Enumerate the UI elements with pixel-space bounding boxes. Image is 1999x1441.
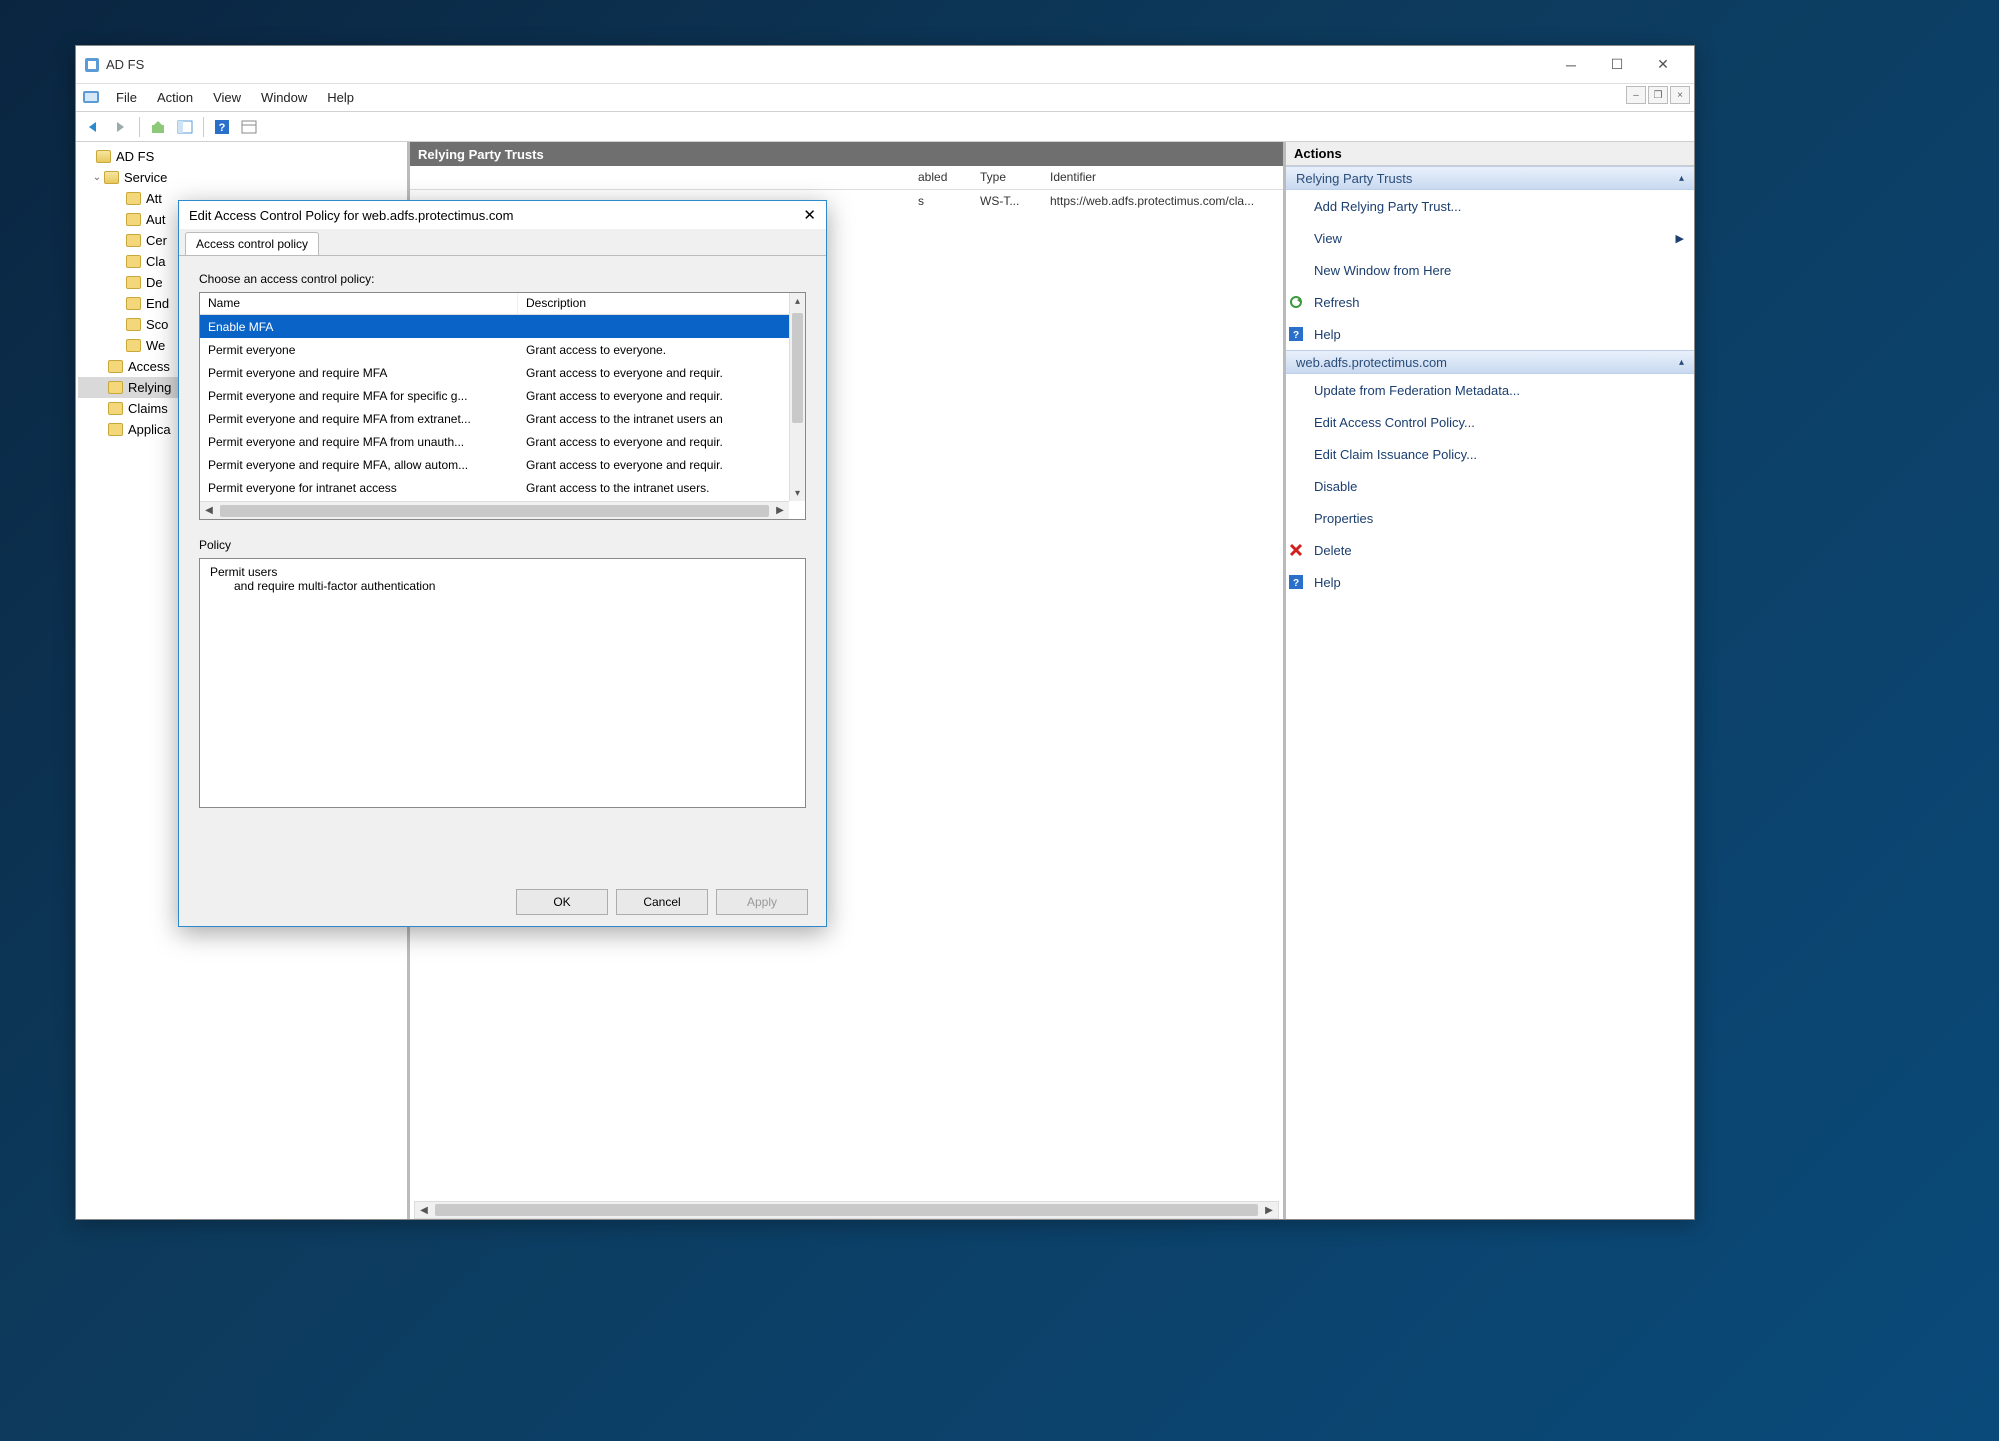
collapse-icon: ▴ <box>1679 357 1684 368</box>
action-edit-acp[interactable]: Edit Access Control Policy... <box>1286 406 1694 438</box>
hscroll-left[interactable]: ◀ <box>415 1202 433 1218</box>
actions-group-site[interactable]: web.adfs.protectimus.com▴ <box>1286 350 1694 374</box>
tree-root-label: AD FS <box>116 149 154 164</box>
apply-button[interactable]: Apply <box>716 889 808 915</box>
policy-hscroll[interactable]: ◀ ▶ <box>200 501 789 519</box>
tree-applica-label: Applica <box>128 422 171 437</box>
policy-row[interactable]: Permit everyone and require MFAGrant acc… <box>200 361 789 384</box>
policy-row[interactable]: Permit everyone and require MFA for spec… <box>200 384 789 407</box>
action-delete[interactable]: Delete <box>1286 534 1694 566</box>
properties-toolbar[interactable] <box>237 115 261 139</box>
policy-col-desc[interactable]: Description <box>518 293 805 314</box>
tree-claims-label: Claims <box>128 401 168 416</box>
policy-row[interactable]: Enable MFA <box>200 315 789 338</box>
grid-header: abled Type Identifier <box>410 166 1283 190</box>
policy-row[interactable]: Permit everyone and require MFA, allow a… <box>200 453 789 476</box>
action-help-1[interactable]: ? Help <box>1286 318 1694 350</box>
col-type[interactable]: Type <box>972 166 1042 189</box>
policy-col-name[interactable]: Name <box>200 293 518 314</box>
menu-file[interactable]: File <box>106 86 147 109</box>
mdi-restore[interactable]: ❐ <box>1648 86 1668 104</box>
titlebar: AD FS ─ ☐ ✕ <box>76 46 1694 84</box>
back-button[interactable] <box>82 115 106 139</box>
tab-access-control[interactable]: Access control policy <box>185 232 319 255</box>
app-icon <box>84 57 100 73</box>
action-add-rpt[interactable]: Add Relying Party Trust... <box>1286 190 1694 222</box>
actions-title: Actions <box>1286 142 1694 166</box>
menu-action[interactable]: Action <box>147 86 203 109</box>
action-edit-cip[interactable]: Edit Claim Issuance Policy... <box>1286 438 1694 470</box>
help-icon: ? <box>1288 574 1304 590</box>
help-button-toolbar[interactable]: ? <box>210 115 234 139</box>
up-one-level[interactable] <box>146 115 170 139</box>
tree-service[interactable]: ⌄Service <box>78 167 405 188</box>
forward-button[interactable] <box>109 115 133 139</box>
actions-group-rpt[interactable]: Relying Party Trusts▴ <box>1286 166 1694 190</box>
window-title: AD FS <box>106 57 1548 72</box>
policy-vscroll[interactable]: ▴ ▾ <box>789 293 805 501</box>
cancel-button[interactable]: Cancel <box>616 889 708 915</box>
maximize-button[interactable]: ☐ <box>1594 50 1640 80</box>
mdi-close[interactable]: × <box>1670 86 1690 104</box>
svg-text:?: ? <box>1293 578 1299 589</box>
tree-service-label: Service <box>124 170 167 185</box>
policy-row[interactable]: Permit everyone and require MFA from ext… <box>200 407 789 430</box>
hscroll-left[interactable]: ◀ <box>200 502 218 519</box>
scroll-thumb[interactable] <box>792 313 803 423</box>
dialog-close-icon[interactable]: ✕ <box>803 206 816 224</box>
policy-list[interactable]: Name Description Enable MFAPermit everyo… <box>199 292 806 520</box>
action-help-2[interactable]: ? Help <box>1286 566 1694 598</box>
col-enabled[interactable]: abled <box>910 166 972 189</box>
minimize-button[interactable]: ─ <box>1548 50 1594 80</box>
delete-icon <box>1288 542 1304 558</box>
refresh-icon <box>1288 294 1304 310</box>
col-identifier[interactable]: Identifier <box>1042 166 1283 189</box>
policy-label: Policy <box>199 538 806 552</box>
edit-acp-dialog: Edit Access Control Policy for web.adfs.… <box>178 200 827 927</box>
action-properties[interactable]: Properties <box>1286 502 1694 534</box>
tree-relying-label: Relying <box>128 380 171 395</box>
actions-pane: Actions Relying Party Trusts▴ Add Relyin… <box>1286 142 1694 1219</box>
action-view[interactable]: View▶ <box>1286 222 1694 254</box>
action-update-meta[interactable]: Update from Federation Metadata... <box>1286 374 1694 406</box>
policy-row[interactable]: Permit everyoneGrant access to everyone. <box>200 338 789 361</box>
help-icon: ? <box>1288 326 1304 342</box>
policy-row[interactable]: Permit everyone for intranet accessGrant… <box>200 476 789 499</box>
action-disable[interactable]: Disable <box>1286 470 1694 502</box>
action-new-window[interactable]: New Window from Here <box>1286 254 1694 286</box>
hscroll-right[interactable]: ▶ <box>1260 1202 1278 1218</box>
menubar: File Action View Window Help – ❐ × <box>76 84 1694 112</box>
center-header: Relying Party Trusts <box>410 142 1283 166</box>
hscroll-right[interactable]: ▶ <box>771 502 789 519</box>
policy-detail: Permit users and require multi-factor au… <box>199 558 806 808</box>
choose-label: Choose an access control policy: <box>199 272 806 286</box>
center-hscroll[interactable]: ◀ ▶ <box>414 1201 1279 1219</box>
menu-window[interactable]: Window <box>251 86 317 109</box>
svg-text:?: ? <box>1293 330 1299 341</box>
toolbar: ? <box>76 112 1694 142</box>
console-icon <box>82 89 100 107</box>
close-button[interactable]: ✕ <box>1640 50 1686 80</box>
menu-help[interactable]: Help <box>317 86 364 109</box>
dialog-title: Edit Access Control Policy for web.adfs.… <box>189 208 513 223</box>
mdi-minimize[interactable]: – <box>1626 86 1646 104</box>
dialog-titlebar: Edit Access Control Policy for web.adfs.… <box>179 201 826 229</box>
svg-text:?: ? <box>219 122 226 134</box>
action-refresh[interactable]: Refresh <box>1286 286 1694 318</box>
scroll-down-icon[interactable]: ▾ <box>790 485 805 501</box>
tree-root[interactable]: AD FS <box>78 146 405 167</box>
policy-row[interactable]: Permit everyone and require MFA from una… <box>200 430 789 453</box>
scroll-up-icon[interactable]: ▴ <box>790 293 805 309</box>
menu-view[interactable]: View <box>203 86 251 109</box>
tree-access-label: Access <box>128 359 170 374</box>
submenu-arrow-icon: ▶ <box>1676 232 1684 245</box>
ok-button[interactable]: OK <box>516 889 608 915</box>
collapse-icon: ▴ <box>1679 173 1684 184</box>
show-hide-tree[interactable] <box>173 115 197 139</box>
